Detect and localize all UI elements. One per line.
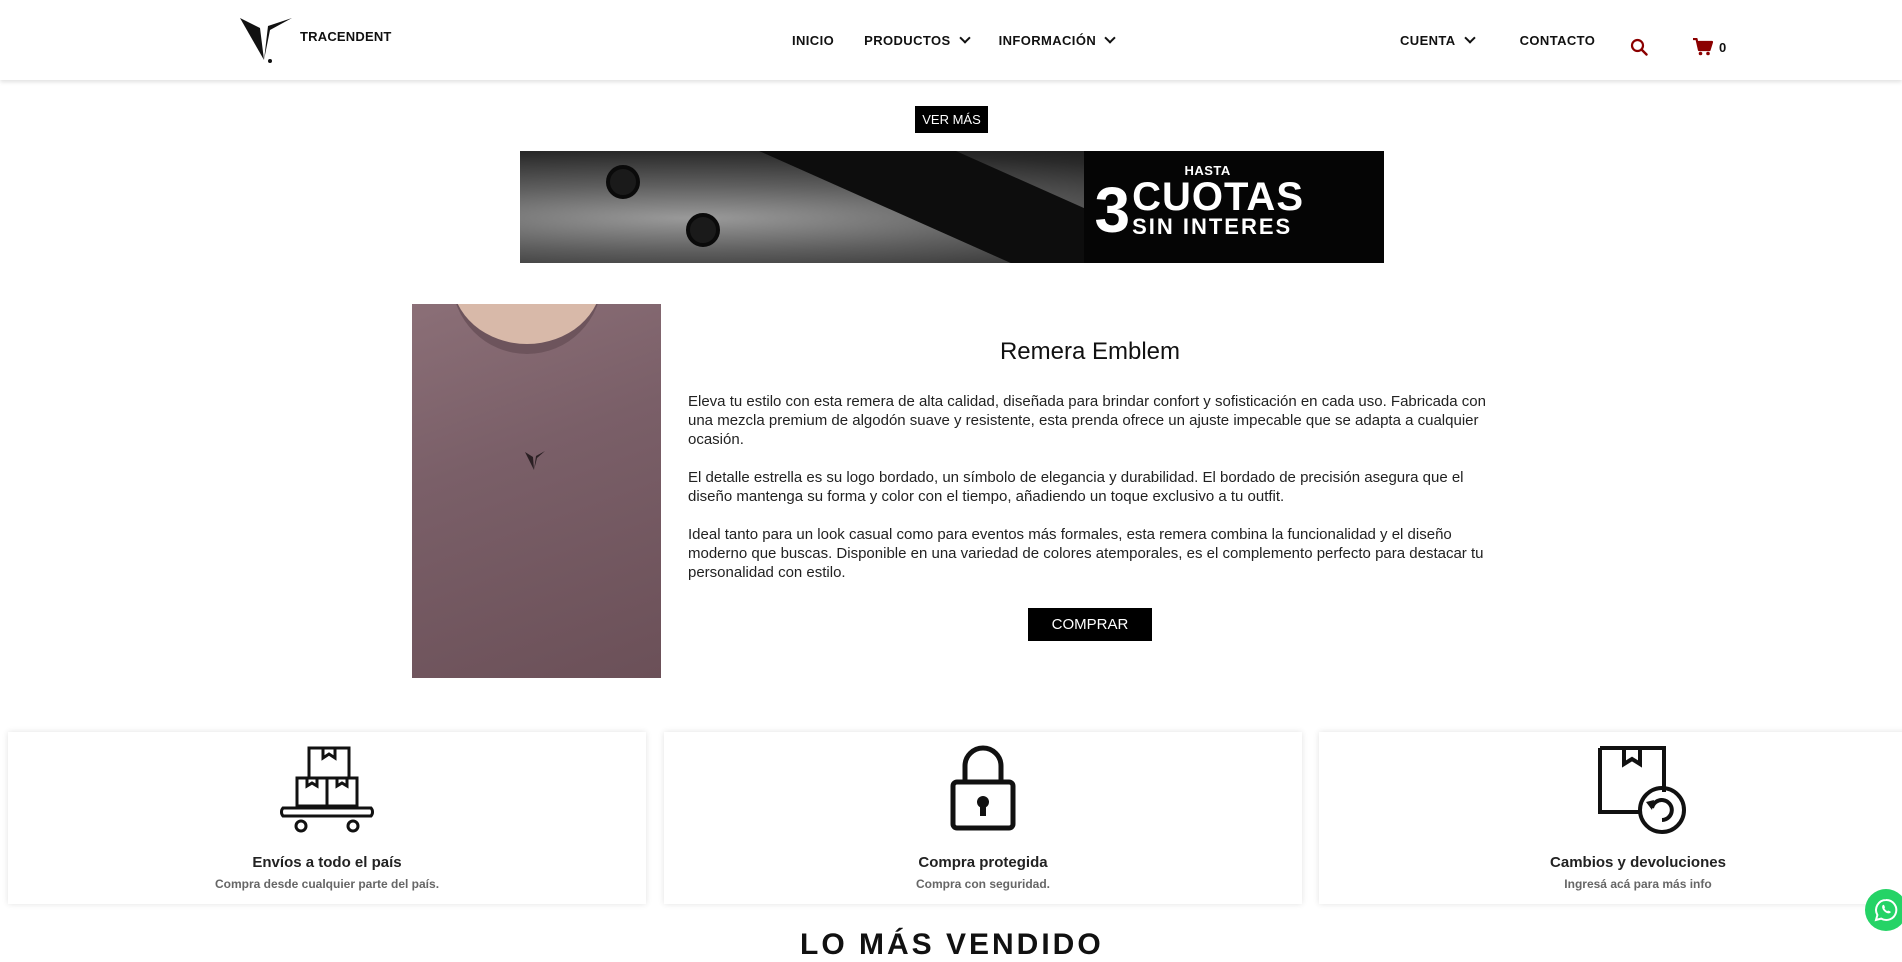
return-box-icon bbox=[1598, 746, 1686, 834]
nav-productos-label: PRODUCTOS bbox=[864, 32, 951, 48]
feature-subtitle: Compra con seguridad. bbox=[915, 877, 1051, 891]
feature-card-compra-protegida[interactable]: Compra protegida Compra con seguridad. bbox=[664, 732, 1302, 904]
brand-logo[interactable]: TRACENDENT bbox=[238, 16, 392, 64]
banner-cuotas: CUOTAS bbox=[1132, 175, 1304, 219]
nav-contacto[interactable]: CONTACTO bbox=[1520, 33, 1596, 48]
feature-title: Compra protegida bbox=[918, 854, 1048, 871]
embroidered-logo-icon bbox=[525, 451, 545, 470]
nav-cuenta-label: CUENTA bbox=[1400, 32, 1456, 48]
section-heading: LO MÁS VENDIDO bbox=[800, 928, 1104, 961]
nav-inicio-label: INICIO bbox=[792, 32, 835, 48]
cart-count: 0 bbox=[1719, 39, 1727, 55]
logo-text: TRACENDENT bbox=[300, 28, 392, 44]
feature-subtitle: Ingresá acá para más info bbox=[1564, 877, 1712, 891]
banner-number: 3 bbox=[1094, 174, 1131, 246]
logo-mark-icon bbox=[240, 18, 292, 63]
nav-informacion-label: INFORMACIÓN bbox=[998, 32, 1097, 48]
product-description: Eleva tu estilo con esta remera de alta … bbox=[688, 392, 1496, 601]
nav-informacion[interactable]: INFORMACIÓN bbox=[998, 31, 1116, 48]
main-nav: INICIO PRODUCTOS INFORMACIÓN bbox=[792, 0, 1144, 80]
shipping-cart-icon bbox=[280, 746, 374, 833]
search-icon[interactable] bbox=[1630, 38, 1648, 61]
cart-icon bbox=[1693, 38, 1713, 56]
nav-productos[interactable]: PRODUCTOS bbox=[864, 31, 971, 48]
site-header: TRACENDENT INICIO PRODUCTOS INFORMACIÓN … bbox=[0, 0, 1902, 80]
features-row: Envíos a todo el país Compra desde cualq… bbox=[0, 722, 1902, 908]
feature-title: Envíos a todo el país bbox=[252, 854, 402, 871]
feature-card-cambios[interactable]: Cambios y devoluciones Ingresá acá para … bbox=[1319, 732, 1902, 904]
nav-cuenta[interactable]: CUENTA bbox=[1400, 31, 1476, 48]
account-nav: CUENTA CONTACTO bbox=[1400, 0, 1595, 80]
whatsapp-button[interactable] bbox=[1865, 889, 1902, 931]
feature-card-envios[interactable]: Envíos a todo el país Compra desde cualq… bbox=[8, 732, 646, 904]
lock-icon bbox=[950, 745, 1016, 831]
banner-text: HASTA 3 CUOTAS SIN INTERES bbox=[1094, 163, 1304, 246]
comprar-button[interactable]: COMPRAR bbox=[1028, 608, 1152, 641]
chevron-down-icon bbox=[1463, 31, 1476, 44]
ver-mas-button[interactable]: VER MÁS bbox=[915, 106, 988, 133]
whatsapp-icon bbox=[1874, 898, 1898, 922]
banner-sin-interes: SIN INTERES bbox=[1132, 214, 1293, 239]
wheel-image bbox=[606, 165, 640, 199]
product-paragraph: Ideal tanto para un look casual como par… bbox=[688, 526, 1484, 581]
product-paragraph: Eleva tu estilo con esta remera de alta … bbox=[688, 393, 1486, 448]
feature-subtitle: Compra desde cualquier parte del país. bbox=[214, 877, 440, 891]
chevron-down-icon bbox=[1104, 31, 1116, 44]
chevron-down-icon bbox=[958, 31, 971, 44]
cart-button[interactable]: 0 bbox=[1693, 38, 1726, 56]
product-title: Remera Emblem bbox=[999, 338, 1181, 365]
product-paragraph: El detalle estrella es su logo bordado, … bbox=[688, 469, 1464, 505]
wheel-image bbox=[686, 213, 720, 247]
product-image[interactable] bbox=[412, 304, 661, 678]
shirt-neck bbox=[452, 304, 602, 354]
feature-title: Cambios y devoluciones bbox=[1550, 854, 1726, 871]
promo-banner[interactable]: HASTA 3 CUOTAS SIN INTERES bbox=[520, 151, 1384, 263]
nav-inicio[interactable]: INICIO bbox=[792, 33, 834, 48]
nav-contacto-label: CONTACTO bbox=[1519, 32, 1596, 48]
